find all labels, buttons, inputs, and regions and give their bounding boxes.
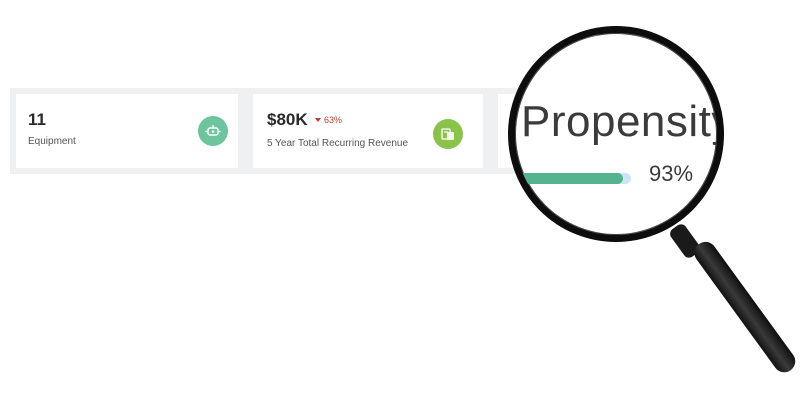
magnifier-handle	[690, 237, 800, 377]
metric-card-recurring-revenue[interactable]: $80K 63% 5 Year Total Recurring Revenue	[253, 94, 483, 168]
metric-label: Equipment	[28, 136, 76, 147]
metric-value: 11	[28, 110, 46, 129]
revenue-icon	[433, 119, 463, 149]
propensity-progress-bar	[515, 173, 631, 184]
metric-value: $80K	[267, 110, 308, 129]
propensity-progress-fill	[515, 173, 623, 184]
arrow-down-icon	[315, 118, 321, 122]
propensity-title: Propensity	[521, 97, 724, 146]
metrics-strip: 11 Equipment $80K 63% 5 Year Total Recur…	[10, 88, 578, 174]
metric-label: 5 Year Total Recurring Revenue	[267, 138, 409, 149]
propensity-percent: 93%	[649, 161, 694, 186]
equipment-icon	[198, 116, 228, 146]
stage: 11 Equipment $80K 63% 5 Year Total Recur…	[0, 0, 800, 400]
delta-value: 63%	[324, 115, 343, 125]
metric-card-equipment[interactable]: 11 Equipment	[16, 94, 238, 168]
delta-indicator: 63%	[315, 115, 342, 125]
magnifying-glass: Propensity 93%	[508, 26, 724, 242]
